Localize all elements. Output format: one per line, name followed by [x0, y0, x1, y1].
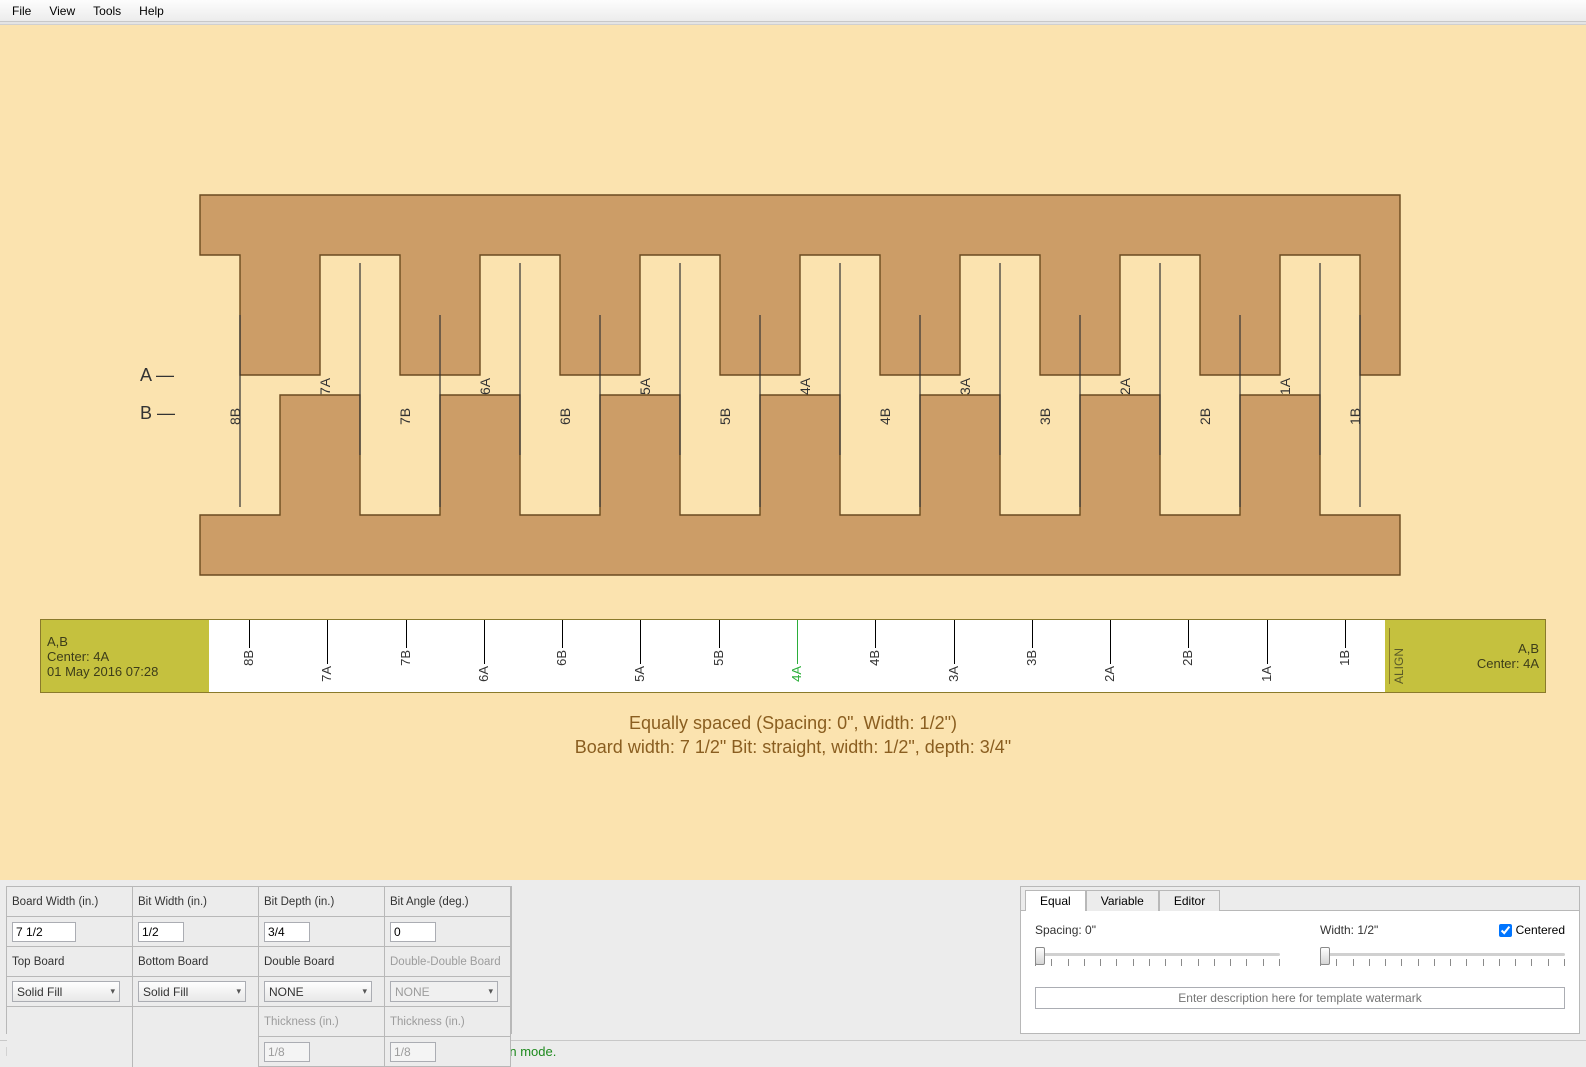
- ruler-tick-label: 6B: [554, 650, 569, 666]
- spacing-tabs: Equal Variable Editor: [1021, 887, 1579, 911]
- strip-left-cap: A,B Center: 4A 01 May 2016 07:28: [41, 620, 209, 692]
- strip-left-line3: 01 May 2016 07:28: [47, 664, 203, 679]
- ruler-tick-label: 3A: [946, 666, 961, 682]
- hdr-top-board: Top Board: [7, 947, 133, 977]
- parameter-grid: Board Width (in.) Bit Width (in.) Bit De…: [6, 886, 512, 1034]
- tab-body-equal: Centered Spacing: 0" Width: 1/2": [1021, 911, 1579, 1033]
- ruler-tick-label: 1B: [1337, 650, 1352, 666]
- svg-text:6B: 6B: [557, 408, 573, 425]
- menu-help[interactable]: Help: [131, 2, 172, 20]
- ruler-tick: [875, 620, 876, 648]
- strip-left-line1: A,B: [47, 634, 203, 649]
- select-bottom-board[interactable]: Solid Fill: [138, 981, 246, 1002]
- svg-text:3A: 3A: [957, 377, 973, 395]
- strip-align-label: ALIGN: [1389, 628, 1406, 684]
- control-panel: Board Width (in.) Bit Width (in.) Bit De…: [0, 880, 1586, 1040]
- ruler-tick-label: 2B: [1180, 650, 1195, 666]
- menu-view[interactable]: View: [41, 2, 83, 20]
- input-bit-angle[interactable]: [390, 922, 436, 942]
- svg-text:2B: 2B: [1197, 408, 1213, 425]
- svg-text:5A: 5A: [637, 377, 653, 395]
- ruler-tick-label: 1A: [1259, 666, 1274, 682]
- ruler-tick: [406, 620, 407, 648]
- svg-text:8B: 8B: [227, 408, 243, 425]
- svg-text:3B: 3B: [1037, 408, 1053, 425]
- ruler-tick-label: 6A: [476, 666, 491, 682]
- ruler-tick: [719, 620, 720, 648]
- hdr-double-double-board: Double-Double Board: [385, 947, 511, 977]
- ruler-tick: [640, 620, 641, 664]
- ruler-tick-label: 8B: [241, 650, 256, 666]
- spacing-panel: Equal Variable Editor Centered Spacing: …: [1020, 886, 1580, 1034]
- ruler-tick: [327, 620, 328, 664]
- label-centered: Centered: [1516, 923, 1565, 937]
- strip-right-cap: ALIGN A,B Center: 4A: [1385, 620, 1545, 692]
- ruler-tick: [1188, 620, 1189, 648]
- ruler-tick-label: 3B: [1024, 650, 1039, 666]
- tab-editor[interactable]: Editor: [1159, 890, 1220, 911]
- ruler-tick-label: 5B: [711, 650, 726, 666]
- hdr-bottom-board: Bottom Board: [133, 947, 259, 977]
- tab-equal[interactable]: Equal: [1025, 890, 1086, 911]
- input-thickness-1: [264, 1042, 310, 1062]
- ruler-tick-label: 2A: [1102, 666, 1117, 682]
- ruler-tick-label: 7B: [398, 650, 413, 666]
- spec-line-1: Equally spaced (Spacing: 0", Width: 1/2"…: [0, 713, 1586, 734]
- ruler-tick: [484, 620, 485, 664]
- menu-bar: File View Tools Help: [0, 0, 1586, 22]
- strip-ruler: 8B 7A 7B 6A 6B 5A 5B 4A 4B 3A 3B 2A 2B 1A 1B: [209, 620, 1385, 692]
- ruler-tick-label: 7A: [319, 666, 334, 682]
- menu-file[interactable]: File: [4, 2, 39, 20]
- hdr-double-board: Double Board: [259, 947, 385, 977]
- hdr-bit-width: Bit Width (in.): [133, 887, 259, 917]
- ruler-tick-label: 5A: [632, 666, 647, 682]
- template-strip: A,B Center: 4A 01 May 2016 07:28 8B 7A 7B 6…: [40, 619, 1546, 693]
- ruler-tick-label: 4A: [789, 666, 804, 682]
- ruler-tick: [562, 620, 563, 648]
- input-bit-depth[interactable]: [264, 922, 310, 942]
- input-thickness-2: [390, 1042, 436, 1062]
- slider-spacing[interactable]: [1035, 947, 1280, 973]
- drawing-canvas[interactable]: A — B —: [0, 25, 1586, 880]
- ruler-tick: [1345, 620, 1346, 648]
- hdr-board-width: Board Width (in.): [7, 887, 133, 917]
- menu-tools[interactable]: Tools: [85, 2, 129, 20]
- slider-width[interactable]: [1320, 947, 1565, 973]
- input-bit-width[interactable]: [138, 922, 184, 942]
- strip-left-line2: Center: 4A: [47, 649, 203, 664]
- hdr-bit-angle: Bit Angle (deg.): [385, 887, 511, 917]
- ruler-tick: [954, 620, 955, 664]
- select-double-double-board: NONE: [390, 981, 498, 1002]
- spec-line-2: Board width: 7 1/2" Bit: straight, width…: [0, 737, 1586, 758]
- checkbox-centered[interactable]: [1499, 924, 1512, 937]
- input-board-width[interactable]: [12, 922, 76, 942]
- svg-text:7B: 7B: [397, 408, 413, 425]
- input-description[interactable]: [1035, 987, 1565, 1009]
- svg-text:1A: 1A: [1277, 377, 1293, 395]
- svg-text:4A: 4A: [797, 377, 813, 395]
- svg-text:6A: 6A: [477, 377, 493, 395]
- hdr-thickness-1: Thickness (in.): [259, 1007, 385, 1037]
- svg-text:4B: 4B: [877, 408, 893, 425]
- ruler-tick-label: 4B: [867, 650, 882, 666]
- hdr-thickness-2: Thickness (in.): [385, 1007, 511, 1037]
- strip-right-line2: Center: 4A: [1391, 656, 1539, 671]
- svg-text:5B: 5B: [717, 408, 733, 425]
- hdr-bit-depth: Bit Depth (in.): [259, 887, 385, 917]
- ruler-tick: [797, 620, 798, 664]
- svg-text:7A: 7A: [317, 377, 333, 395]
- svg-text:2A: 2A: [1117, 377, 1133, 395]
- tab-variable[interactable]: Variable: [1086, 890, 1159, 911]
- ruler-tick: [1110, 620, 1111, 664]
- select-double-board[interactable]: NONE: [264, 981, 372, 1002]
- label-spacing: Spacing: 0": [1035, 923, 1280, 937]
- select-top-board[interactable]: Solid Fill: [12, 981, 120, 1002]
- strip-right-line1: A,B: [1391, 641, 1539, 656]
- ruler-tick: [1267, 620, 1268, 664]
- svg-text:1B: 1B: [1347, 408, 1363, 425]
- ruler-tick: [1032, 620, 1033, 648]
- ruler-tick: [249, 620, 250, 648]
